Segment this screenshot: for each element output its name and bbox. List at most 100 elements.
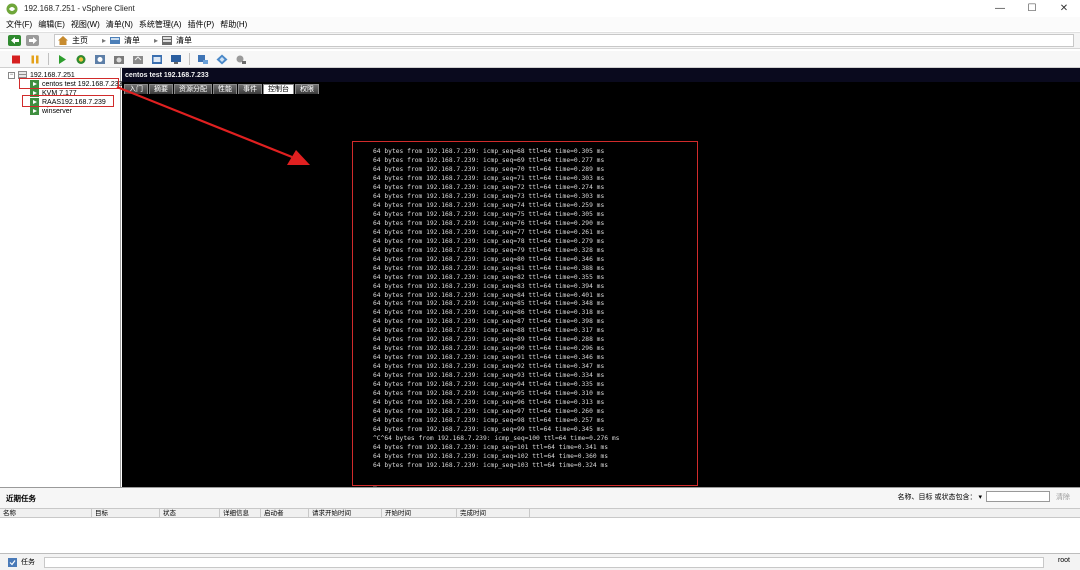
tree-vm-winserver[interactable]: winserver bbox=[30, 107, 72, 115]
chevron-right-icon: ▸ bbox=[102, 36, 107, 45]
vm-tabs: 入门 摘要 资源分配 性能 事件 控制台 权限 bbox=[122, 82, 1080, 94]
breadcrumb-inventory-sub[interactable]: ▸ 清单 bbox=[154, 35, 192, 46]
console-line: 64 bytes from 192.168.7.239: icmp_seq=70… bbox=[373, 165, 605, 173]
template-icon[interactable] bbox=[216, 54, 228, 65]
console-line: 64 bytes from 192.168.7.239: icmp_seq=79… bbox=[373, 246, 605, 254]
console-line: 64 bytes from 192.168.7.239: icmp_seq=71… bbox=[373, 174, 605, 182]
console-line: ^C^64 bytes from 192.168.7.239: icmp_seq… bbox=[373, 435, 620, 442]
console-line: 64 bytes from 192.168.7.239: icmp_seq=10… bbox=[373, 452, 609, 460]
menu-help[interactable]: 帮助(H) bbox=[220, 19, 247, 30]
revert-snapshot-icon[interactable] bbox=[132, 54, 144, 65]
menu-bar: 文件(F) 编辑(E) 视图(W) 清单(N) 系统管理(A) 插件(P) 帮助… bbox=[0, 17, 1080, 31]
vm-powered-on-icon bbox=[30, 107, 39, 115]
task-filter: 名称、目标 或状态包含： ▾ 清除 bbox=[898, 491, 1070, 502]
status-field bbox=[44, 557, 1044, 568]
console-line: 64 bytes from 192.168.7.239: icmp_seq=92… bbox=[373, 363, 605, 371]
tab-performance[interactable]: 性能 bbox=[213, 84, 237, 94]
highlight-box-centos bbox=[19, 78, 119, 89]
menu-file[interactable]: 文件(F) bbox=[6, 19, 32, 30]
column-completed-time[interactable]: 完成时间 bbox=[457, 509, 530, 517]
console-line: 64 bytes from 192.168.7.239: icmp_seq=83… bbox=[373, 282, 605, 290]
console-line: 64 bytes from 192.168.7.239: icmp_seq=93… bbox=[373, 372, 605, 380]
tab-console[interactable]: 控制台 bbox=[263, 84, 294, 94]
console-icon[interactable] bbox=[170, 54, 182, 65]
snapshot-icon[interactable] bbox=[113, 54, 125, 65]
breadcrumb-inventory[interactable]: ▸ 清单 bbox=[102, 35, 140, 46]
home-icon bbox=[58, 36, 68, 45]
filter-input[interactable] bbox=[986, 491, 1050, 502]
column-initiator[interactable]: 启动者 bbox=[261, 509, 309, 517]
title-bar: 192.168.7.251 - vSphere Client — ☐ ✕ bbox=[0, 0, 1080, 17]
column-details[interactable]: 详细信息 bbox=[220, 509, 261, 517]
breadcrumb-label: 主页 bbox=[72, 36, 88, 45]
close-button[interactable]: ✕ bbox=[1048, 0, 1080, 17]
column-status[interactable]: 状态 bbox=[160, 509, 220, 517]
tasks-icon bbox=[8, 557, 17, 567]
tab-summary[interactable]: 摘要 bbox=[149, 84, 173, 94]
column-name[interactable]: 名称 bbox=[0, 509, 92, 517]
menu-view[interactable]: 视图(W) bbox=[71, 19, 100, 30]
console-line: 64 bytes from 192.168.7.239: icmp_seq=97… bbox=[373, 408, 605, 416]
menu-administration[interactable]: 系统管理(A) bbox=[139, 19, 182, 30]
console-line: 64 bytes from 192.168.7.239: icmp_seq=10… bbox=[373, 443, 609, 451]
recent-tasks-pane: 近期任务 名称、目标 或状态包含： ▾ 清除 名称 目标 状态 详细信息 启动者… bbox=[0, 487, 1080, 553]
minimize-button[interactable]: — bbox=[984, 0, 1016, 17]
tab-getting-started[interactable]: 入门 bbox=[124, 84, 148, 94]
console-line: 64 bytes from 192.168.7.239: icmp_seq=89… bbox=[373, 336, 605, 344]
console-line: 64 bytes from 192.168.7.239: icmp_seq=77… bbox=[373, 228, 605, 236]
power-on-icon[interactable] bbox=[56, 54, 68, 65]
console-line: 64 bytes from 192.168.7.239: icmp_seq=87… bbox=[373, 318, 605, 326]
tab-resource-allocation[interactable]: 资源分配 bbox=[174, 84, 212, 94]
suspend-icon[interactable] bbox=[29, 54, 41, 65]
console-line: 64 bytes from 192.168.7.239: icmp_seq=73… bbox=[373, 192, 605, 200]
console-output: 64 bytes from 192.168.7.239: icmp_seq=68… bbox=[373, 148, 619, 489]
menu-inventory[interactable]: 清单(N) bbox=[106, 19, 133, 30]
navigation-bar: 主页 ▸ 清单 ▸ 清单 bbox=[0, 32, 1080, 49]
tab-events[interactable]: 事件 bbox=[238, 84, 262, 94]
console-line: 64 bytes from 192.168.7.239: icmp_seq=85… bbox=[373, 300, 605, 308]
tasks-button[interactable]: 任务 bbox=[21, 557, 35, 567]
console-line: 64 bytes from 192.168.7.239: icmp_seq=78… bbox=[373, 237, 605, 245]
console-line: 64 bytes from 192.168.7.239: icmp_seq=99… bbox=[373, 426, 605, 434]
collapse-icon[interactable]: − bbox=[8, 71, 15, 79]
current-user: root bbox=[1057, 557, 1070, 564]
settings-icon[interactable] bbox=[94, 54, 106, 65]
migrate-icon[interactable] bbox=[197, 54, 209, 65]
forward-button[interactable] bbox=[26, 35, 39, 46]
console-view[interactable]: 64 bytes from 192.168.7.239: icmp_seq=68… bbox=[122, 94, 1080, 487]
menu-edit[interactable]: 编辑(E) bbox=[38, 19, 65, 30]
menu-plugins[interactable]: 插件(P) bbox=[188, 19, 215, 30]
toolbar bbox=[0, 51, 1080, 68]
chevron-down-icon[interactable]: ▾ bbox=[978, 493, 982, 501]
clear-filter-button[interactable]: 清除 bbox=[1056, 492, 1070, 502]
tree-vm-label: winserver bbox=[42, 107, 72, 115]
recent-tasks-header: 近期任务 名称、目标 或状态包含： ▾ 清除 bbox=[0, 488, 1080, 508]
vm-panel: centos test 192.168.7.233 入门 摘要 资源分配 性能 … bbox=[122, 68, 1080, 487]
arrow-right-icon bbox=[28, 37, 37, 44]
console-line: 64 bytes from 192.168.7.239: icmp_seq=88… bbox=[373, 327, 605, 335]
highlight-box-raas bbox=[22, 95, 114, 107]
console-line: 64 bytes from 192.168.7.239: icmp_seq=68… bbox=[373, 148, 605, 155]
filter-label: 名称、目标 或状态包含： bbox=[897, 493, 977, 501]
list-icon bbox=[162, 36, 173, 45]
console-line: 64 bytes from 192.168.7.239: icmp_seq=69… bbox=[373, 156, 605, 164]
column-requested-start[interactable]: 请求开始时间 bbox=[309, 509, 382, 517]
column-start-time[interactable]: 开始时间 bbox=[382, 509, 457, 517]
column-target[interactable]: 目标 bbox=[92, 509, 160, 517]
maximize-button[interactable]: ☐ bbox=[1016, 0, 1048, 17]
tab-permissions[interactable]: 权限 bbox=[295, 84, 319, 94]
tools-icon[interactable] bbox=[235, 54, 247, 65]
breadcrumb-home[interactable]: 主页 bbox=[58, 35, 88, 46]
console-line: 64 bytes from 192.168.7.239: icmp_seq=86… bbox=[373, 309, 605, 317]
console-line: 64 bytes from 192.168.7.239: icmp_seq=74… bbox=[373, 201, 605, 209]
console-line: 64 bytes from 192.168.7.239: icmp_seq=10… bbox=[373, 461, 609, 469]
snapshot-manager-icon[interactable] bbox=[151, 54, 163, 65]
breadcrumb-label: 清单 bbox=[176, 36, 193, 45]
breadcrumb: 主页 ▸ 清单 ▸ 清单 bbox=[54, 34, 1074, 47]
power-off-icon[interactable] bbox=[10, 54, 22, 65]
reset-icon[interactable] bbox=[75, 54, 87, 65]
console-line: 64 bytes from 192.168.7.239: icmp_seq=94… bbox=[373, 381, 605, 389]
console-line: 64 bytes from 192.168.7.239: icmp_seq=80… bbox=[373, 255, 605, 263]
back-button[interactable] bbox=[8, 35, 21, 46]
